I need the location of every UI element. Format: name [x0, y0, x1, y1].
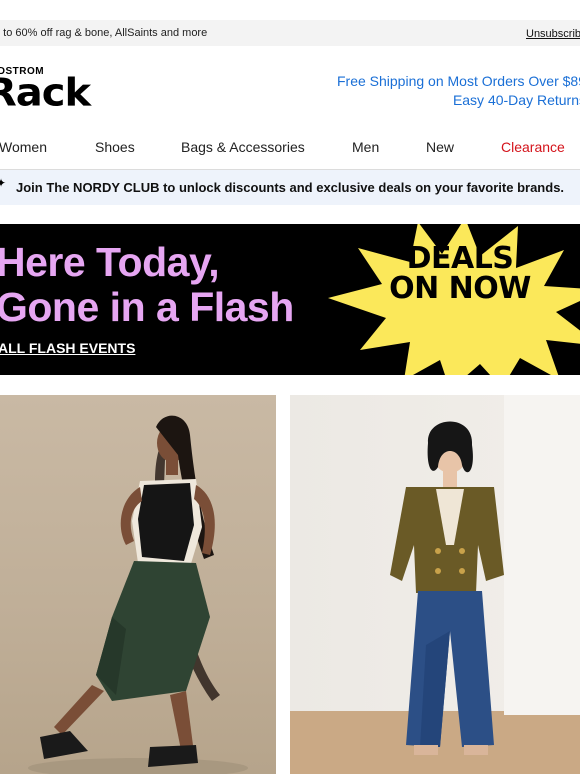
- nav-shoes[interactable]: Shoes: [95, 139, 135, 155]
- returns-text: Easy 40-Day Returns: [452, 92, 580, 108]
- logo-main-text: Rack: [0, 71, 91, 115]
- nordy-club-banner[interactable]: ✦ Join The NORDY CLUB to unlock discount…: [0, 170, 580, 205]
- nav-bags-accessories[interactable]: Bags & Accessories: [181, 139, 305, 155]
- nav-women[interactable]: Women: [0, 139, 47, 155]
- sparkle-icon: ✦: [0, 176, 7, 190]
- free-shipping-text: Free Shipping on Most Orders Over $89: [336, 73, 580, 89]
- nav-men[interactable]: Men: [352, 139, 379, 155]
- category-nav: Women Shoes Bags & Accessories Men New C…: [0, 124, 580, 170]
- nav-new[interactable]: New: [426, 139, 454, 155]
- nordstrom-rack-logo[interactable]: RDSTROM Rack: [0, 66, 120, 115]
- shipping-promo[interactable]: Free Shipping on Most Orders Over $89 Ea…: [337, 72, 580, 110]
- model-illustration-left: [28, 415, 248, 774]
- preheader-bar: p to 60% off rag & bone, AllSaints and m…: [0, 20, 580, 46]
- product-photo-women-blazer-jeans[interactable]: [290, 395, 580, 774]
- headline-line-1: Here Today,: [0, 239, 220, 285]
- burst-line-1: DEALS: [406, 241, 514, 276]
- headline-line-2: Gone in a Flash: [0, 284, 294, 330]
- model-illustration-right: [290, 395, 580, 774]
- deals-on-now-text: DEALS ON NOW: [372, 244, 548, 304]
- email-header: RDSTROM Rack Free Shipping on Most Order…: [0, 46, 580, 124]
- burst-line-2: ON NOW: [389, 271, 531, 306]
- flash-events-banner[interactable]: Here Today, Gone in a Flash ALL FLASH EV…: [0, 224, 580, 375]
- product-photo-women-cargo-skirt[interactable]: [0, 395, 276, 774]
- unsubscribe-link[interactable]: Unsubscribe: [526, 28, 580, 40]
- preheader-text: p to 60% off rag & bone, AllSaints and m…: [0, 27, 208, 39]
- all-flash-events-link[interactable]: ALL FLASH EVENTS: [0, 340, 135, 356]
- nordy-club-text: Join The NORDY CLUB to unlock discounts …: [16, 180, 565, 195]
- banner-headline: Here Today, Gone in a Flash: [0, 240, 294, 330]
- nav-clearance[interactable]: Clearance: [501, 139, 565, 155]
